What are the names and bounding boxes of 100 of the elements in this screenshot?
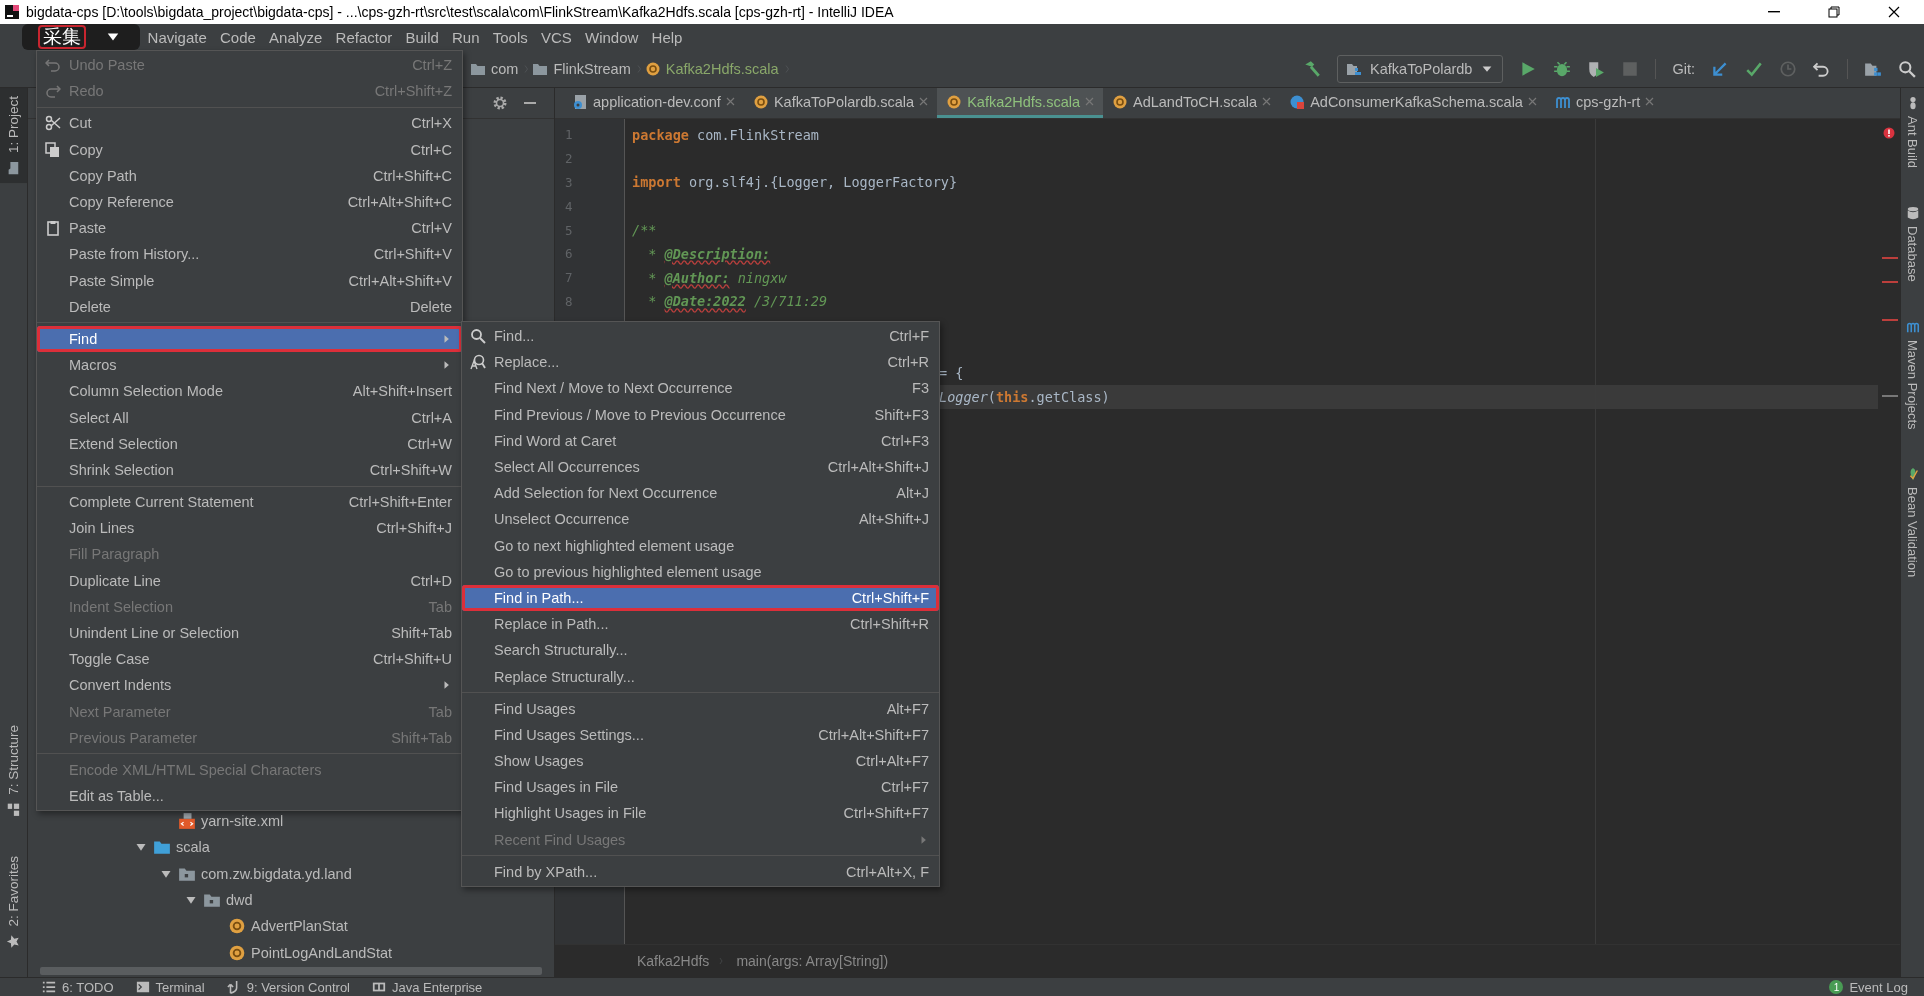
tool-window-tab[interactable]: 6: TODO — [42, 979, 114, 995]
menu-item[interactable]: Toggle Case Ctrl+Shift+U — [37, 646, 462, 673]
expand-arrow-icon[interactable] — [185, 894, 197, 906]
tool-window-tab[interactable]: 2: Favorites — [0, 848, 27, 957]
tool-window-tab[interactable]: Bean Validation — [1901, 463, 1924, 582]
menu-item[interactable]: Find Next / Move to Next Occurrence F3 — [462, 375, 939, 402]
tool-window-tab[interactable]: Database — [1901, 202, 1924, 286]
tool-window-tab[interactable]: 1: Project — [0, 88, 27, 184]
menu-item[interactable]: Find Previous / Move to Previous Occurrence Shift+F3 — [462, 401, 939, 428]
menu-item[interactable]: Replace... Ctrl+R — [462, 349, 939, 376]
menu-item[interactable]: Find — [37, 325, 462, 353]
tree-item[interactable]: dwd — [184, 886, 253, 914]
menu-bar-item[interactable]: Build — [398, 28, 446, 46]
breadcrumb[interactable]: main(args: Array[String]) — [736, 953, 889, 969]
error-indicator-icon[interactable] — [1883, 127, 1895, 139]
menu-item[interactable]: Find... Ctrl+F — [462, 323, 939, 350]
menu-bar-item[interactable]: Refactor — [329, 28, 399, 46]
run-configuration-dropdown[interactable]: KafkaToPolardb — [1337, 54, 1504, 83]
menu-item[interactable]: Select All Ctrl+A — [37, 404, 462, 431]
close-icon[interactable] — [919, 97, 929, 106]
menu-bar-item[interactable]: Run — [445, 28, 487, 46]
capture-tool-label[interactable]: 采集 — [38, 25, 86, 49]
breadcrumb[interactable]: Kafka2Hdfs — [637, 953, 710, 969]
hammer-icon[interactable] — [1303, 59, 1322, 78]
tool-window-tab[interactable]: Terminal — [135, 979, 205, 995]
close-icon[interactable] — [725, 97, 735, 106]
close-icon[interactable] — [1645, 97, 1655, 106]
menu-item[interactable]: Join Lines Ctrl+Shift+J — [37, 515, 462, 542]
menu-item[interactable]: Unselect Occurrence Alt+Shift+J — [462, 506, 939, 533]
menu-bar-item[interactable]: Navigate — [141, 28, 214, 46]
breadcrumb[interactable]: FlinkStream — [532, 60, 631, 77]
tree-item[interactable]: com.zw.bigdata.yd.land — [159, 860, 352, 887]
menu-bar-item[interactable]: VCS — [534, 28, 579, 46]
editor-tab[interactable]: Kafka2Hdfs.scala — [937, 88, 1103, 118]
menu-item[interactable]: Extend Selection Ctrl+W — [37, 430, 462, 457]
menu-item[interactable]: Cut Ctrl+X — [37, 110, 462, 137]
menu-item[interactable]: Go to previous highlighted element usage — [462, 558, 939, 585]
breadcrumb[interactable]: Kafka2Hdfs.scala — [644, 60, 779, 77]
menu-bar-item[interactable]: Tools — [486, 28, 535, 46]
tree-item[interactable]: PointLogAndLandStat — [209, 939, 393, 966]
menu-item[interactable]: Edit as Table... — [37, 783, 462, 810]
tool-window-tab[interactable]: Ant Build — [1901, 92, 1924, 173]
editor-tab[interactable]: application-dev.conf — [563, 88, 744, 118]
menu-item[interactable]: Complete Current Statement Ctrl+Shift+Enter — [37, 489, 462, 516]
menu-item[interactable]: Replace Structurally... — [462, 663, 939, 690]
menu-item[interactable]: Column Selection Mode Alt+Shift+Insert — [37, 378, 462, 405]
menu-item[interactable]: Replace in Path... Ctrl+Shift+R — [462, 611, 939, 638]
breadcrumb[interactable]: com — [470, 60, 519, 77]
tool-window-tab[interactable]: Java Enterprise — [372, 979, 483, 995]
menu-item[interactable]: Macros — [37, 352, 462, 379]
menu-item[interactable]: Go to next highlighted element usage — [462, 532, 939, 559]
menu-item[interactable]: Find Usages Settings... Ctrl+Alt+Shift+F7 — [462, 721, 939, 748]
menu-item[interactable]: Copy Path Ctrl+Shift+C — [37, 162, 462, 189]
menu-bar-item[interactable]: Analyze — [262, 28, 329, 46]
menu-item[interactable]: Copy Ctrl+C — [37, 136, 462, 163]
menu-item[interactable]: Unindent Line or Selection Shift+Tab — [37, 619, 462, 647]
menu-item[interactable]: Find Usages Alt+F7 — [462, 695, 939, 722]
menu-item[interactable]: Find Usages in File Ctrl+F7 — [462, 774, 939, 801]
package-icon — [203, 891, 221, 909]
event-log-button[interactable]: 1 Event Log — [1829, 979, 1908, 995]
menu-bar-item[interactable]: Code — [213, 28, 263, 46]
menu-item[interactable]: Shrink Selection Ctrl+Shift+W — [37, 456, 462, 483]
shortcut-label: Ctrl+Shift+J — [375, 520, 452, 537]
shortcut-label: F3 — [911, 380, 929, 397]
menu-item[interactable]: Search Structurally... — [462, 637, 939, 664]
menu-item[interactable]: Find in Path... Ctrl+Shift+F — [462, 584, 939, 612]
search-icon[interactable] — [1898, 59, 1916, 78]
shortcut-label: Ctrl+Shift+C — [372, 167, 452, 184]
menu-item[interactable]: Copy Reference Ctrl+Alt+Shift+C — [37, 188, 462, 216]
menu-item[interactable]: Select All Occurrences Ctrl+Alt+Shift+J — [462, 453, 939, 481]
menu-item[interactable]: Find by XPath... Ctrl+Alt+X, F — [462, 858, 939, 885]
menu-item[interactable]: Find Word at Caret Ctrl+F3 — [462, 427, 939, 454]
editor-tab[interactable]: AdLandToCH.scala — [1103, 88, 1281, 118]
editor-tab[interactable]: KafkaToPolardb.scala — [743, 88, 938, 118]
tool-window-tab[interactable]: 9: Version Control — [226, 979, 350, 995]
scissors-icon — [45, 115, 61, 132]
close-icon[interactable] — [1262, 97, 1272, 106]
tool-window-tab[interactable]: Maven Projects — [1901, 315, 1924, 434]
menu-item[interactable]: Show Usages Ctrl+Alt+F7 — [462, 748, 939, 775]
horizontal-scrollbar[interactable] — [40, 967, 542, 975]
tool-window-tab[interactable]: 7: Structure — [0, 716, 27, 825]
menu-item[interactable]: Paste Simple Ctrl+Alt+Shift+V — [37, 267, 462, 294]
tree-item[interactable]: scala — [134, 834, 210, 861]
menu-item[interactable]: Paste from History... Ctrl+Shift+V — [37, 241, 462, 268]
bug-icon[interactable] — [1553, 59, 1572, 78]
menu-bar-item[interactable]: Help — [644, 28, 689, 46]
settings-icon[interactable] — [492, 95, 508, 111]
editor-tab[interactable]: AdConsumerKafkaSchema.scala — [1280, 88, 1546, 118]
menu-item[interactable]: Add Selection for Next Occurrence Alt+J — [462, 480, 939, 507]
menu-item[interactable]: Paste Ctrl+V — [37, 215, 462, 242]
menu-item[interactable]: Highlight Usages in File Ctrl+Shift+F7 — [462, 800, 939, 827]
coverage-icon[interactable] — [1587, 59, 1606, 78]
menu-bar-item[interactable]: Window — [578, 28, 645, 46]
menu-item[interactable]: Duplicate Line Ctrl+D — [37, 567, 462, 594]
editor-tab[interactable]: cps-gzh-rt — [1545, 88, 1664, 118]
menu-item[interactable]: Delete Delete — [37, 293, 462, 320]
tree-item[interactable]: yarn-site.xml — [159, 807, 284, 835]
menu-item[interactable]: Convert Indents — [37, 672, 462, 699]
tree-item[interactable]: AdvertPlanStat — [209, 913, 348, 940]
close-icon[interactable] — [1527, 97, 1537, 106]
